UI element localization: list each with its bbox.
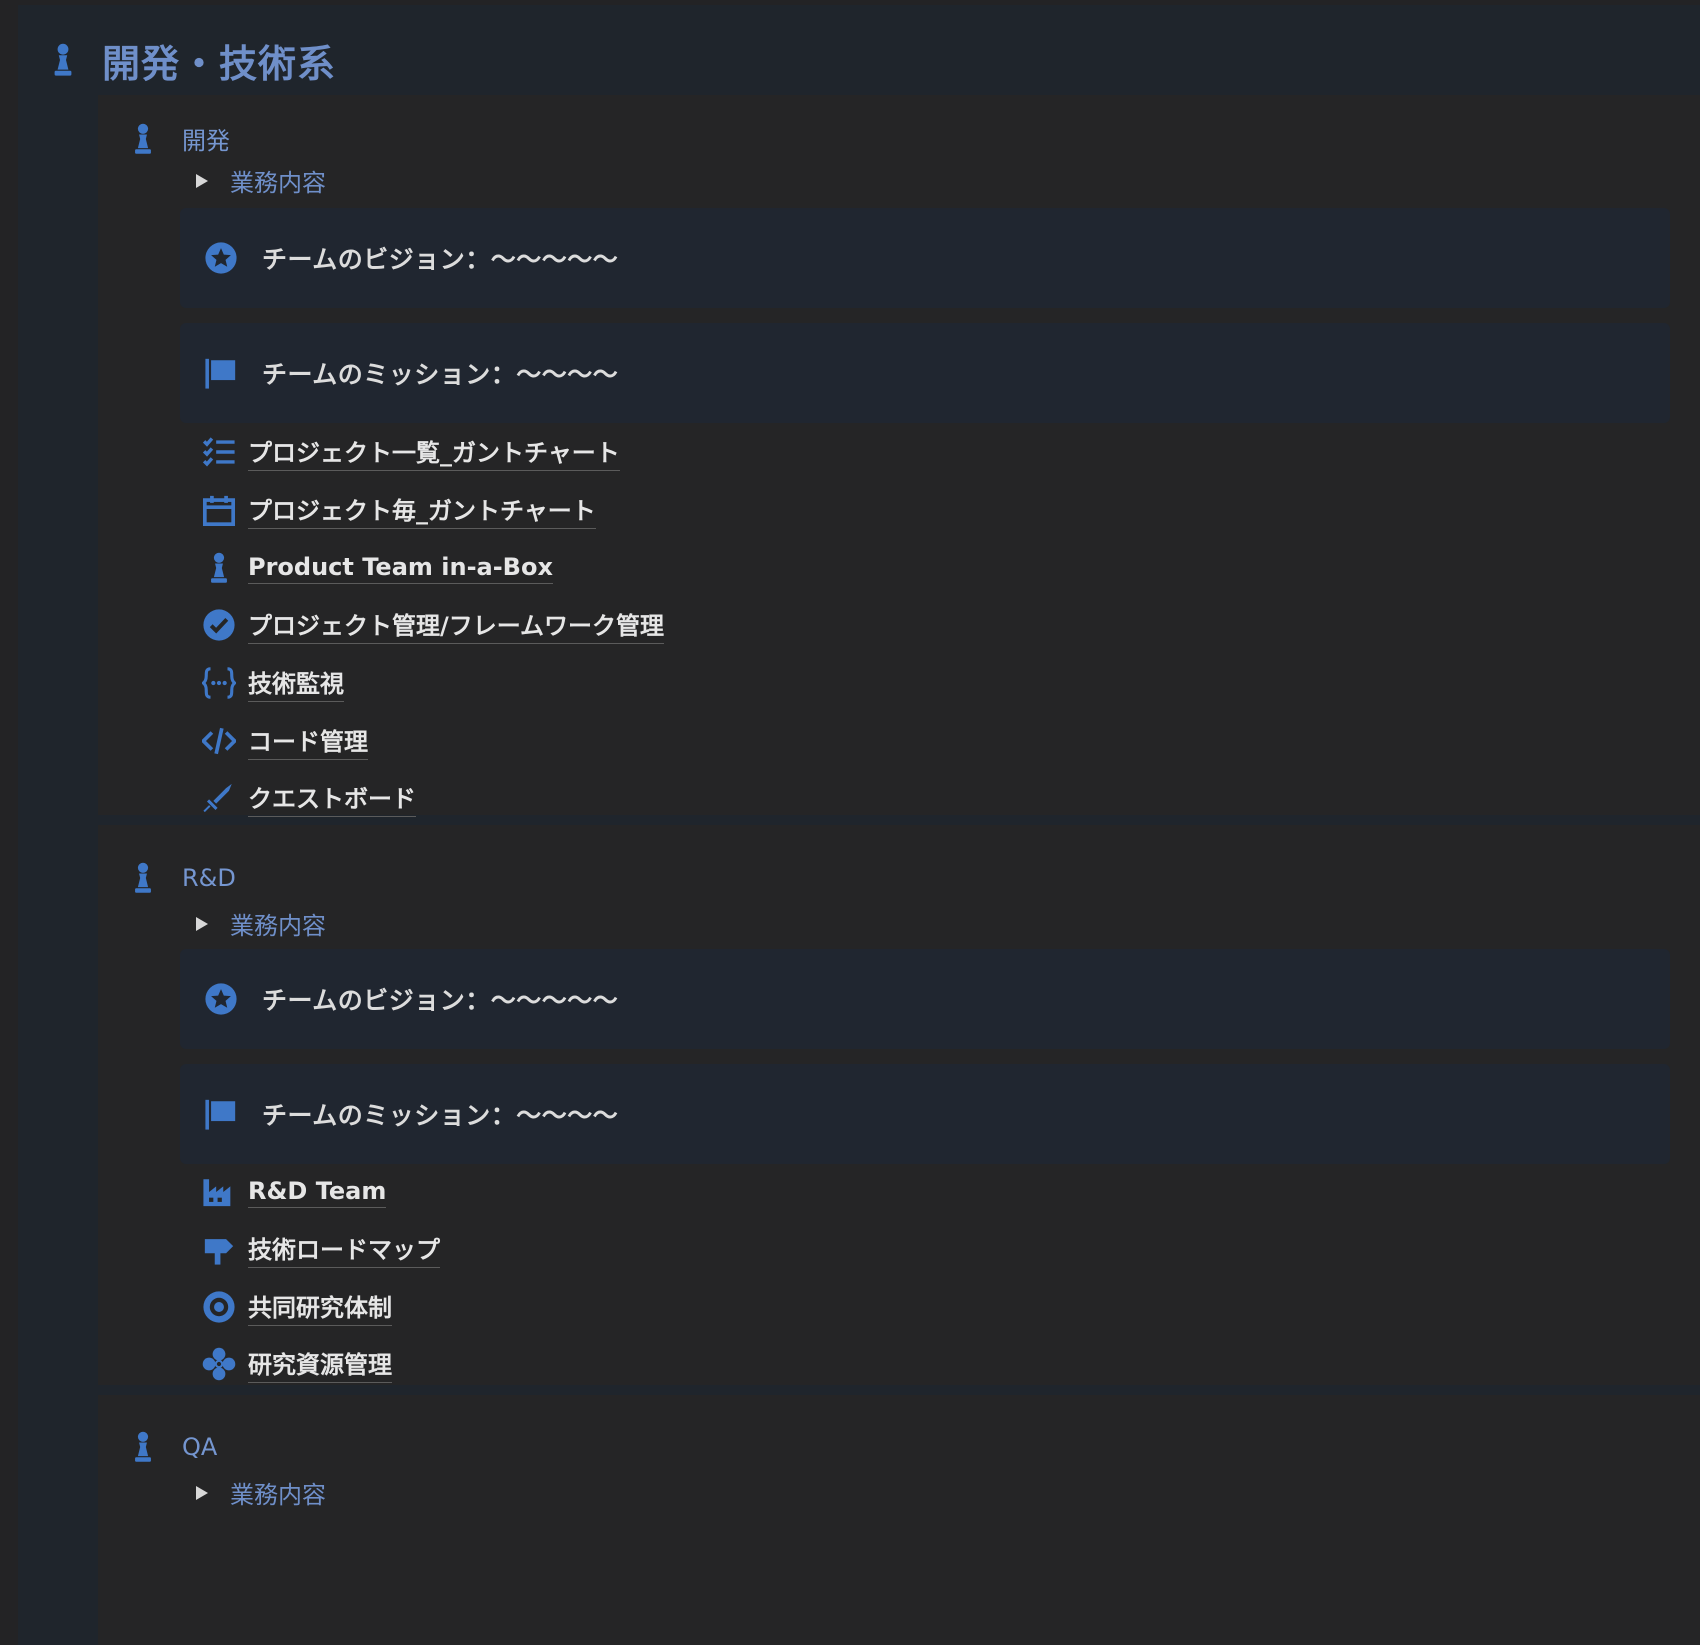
asterisk-icon [202, 1347, 236, 1381]
mission-callout: チームのミッション：〜〜〜〜 [180, 1064, 1670, 1164]
chess-pawn-icon [48, 42, 78, 78]
toggle-label: 業務内容 [230, 912, 326, 940]
page-link[interactable]: 研究資源管理 [202, 1344, 392, 1384]
triangle-right-icon[interactable] [196, 173, 208, 188]
chess-pawn-icon [128, 122, 158, 156]
calendar-icon [202, 493, 236, 527]
section-qa: QA 業務内容 [98, 1395, 1700, 1645]
check-circle-icon [202, 608, 236, 642]
page-link-label: 共同研究体制 [248, 1288, 392, 1326]
flag-icon [204, 1097, 238, 1131]
toggle-label: 業務内容 [230, 1481, 326, 1509]
page-link-label: プロジェクト毎_ガントチャート [248, 491, 596, 529]
section-dev: 開発 業務内容 チームのビジョン：〜〜〜〜〜 チームのミッション：〜〜〜〜 プロ… [98, 95, 1700, 818]
page-link[interactable]: コード管理 [202, 721, 368, 761]
page-link[interactable]: プロジェクト毎_ガントチャート [202, 490, 596, 530]
checklist-icon [202, 435, 236, 469]
page-link[interactable]: R&D Team [202, 1172, 387, 1212]
page-link[interactable]: 技術ロードマップ [202, 1229, 440, 1269]
page-link[interactable]: 技術監視 [202, 663, 344, 703]
page-frame: 開発・技術系 開発 業務内容 チームのビジョン：〜〜〜〜〜 チームのミッション：… [18, 5, 1700, 1645]
section-heading[interactable]: R&D [128, 861, 236, 895]
triangle-right-icon[interactable] [196, 916, 208, 931]
mission-text: チームのミッション：〜〜〜〜 [262, 360, 619, 389]
page-link-label: コード管理 [248, 722, 368, 760]
page-link[interactable]: 共同研究体制 [202, 1287, 392, 1327]
target-icon [202, 1290, 236, 1324]
mission-text: チームのミッション：〜〜〜〜 [262, 1101, 619, 1130]
section-heading[interactable]: 開発 [128, 121, 230, 156]
vision-callout: チームのビジョン：〜〜〜〜〜 [180, 949, 1670, 1049]
sword-icon [202, 781, 236, 815]
page-link-label: 技術監視 [248, 664, 344, 702]
section-heading-text: R&D [182, 864, 236, 892]
page-link-label: クエストボード [248, 779, 416, 817]
page-link-label: プロジェクト管理/フレームワーク管理 [248, 606, 665, 644]
chess-pawn-icon [128, 861, 158, 895]
page-link-label: Product Team in-a-Box [248, 553, 553, 584]
braces-icon [202, 666, 236, 700]
page-link[interactable]: プロジェクト一覧_ガントチャート [202, 432, 620, 472]
section-heading-text: QA [182, 1433, 218, 1461]
page-link-label: R&D Team [248, 1177, 387, 1208]
mission-callout: チームのミッション：〜〜〜〜 [180, 323, 1670, 423]
chess-pawn-icon [202, 551, 236, 585]
factory-icon [202, 1175, 236, 1209]
page-link[interactable]: Product Team in-a-Box [202, 548, 553, 588]
toggle-business[interactable]: 業務内容 [196, 1475, 326, 1510]
vision-callout: チームのビジョン：〜〜〜〜〜 [180, 208, 1670, 308]
page-link-label: プロジェクト一覧_ガントチャート [248, 433, 620, 471]
page-link[interactable]: クエストボード [202, 778, 416, 818]
star-circle-icon [204, 241, 238, 275]
signpost-icon [202, 1232, 236, 1266]
page-link[interactable]: プロジェクト管理/フレームワーク管理 [202, 605, 665, 645]
section-heading[interactable]: QA [128, 1430, 217, 1464]
page-title-text: 開発・技術系 [102, 41, 337, 86]
page-title: 開発・技術系 [48, 30, 336, 90]
code-icon [202, 724, 236, 758]
vision-text: チームのビジョン：〜〜〜〜〜 [262, 245, 619, 274]
toggle-business[interactable]: 業務内容 [196, 163, 326, 198]
page-link-label: 研究資源管理 [248, 1345, 392, 1383]
vision-text: チームのビジョン：〜〜〜〜〜 [262, 986, 619, 1015]
section-heading-text: 開発 [182, 127, 230, 155]
star-circle-icon [204, 982, 238, 1016]
chess-pawn-icon [128, 1430, 158, 1464]
section-rnd: R&D 業務内容 チームのビジョン：〜〜〜〜〜 チームのミッション：〜〜〜〜 R… [98, 825, 1700, 1385]
page-link-label: 技術ロードマップ [248, 1230, 440, 1268]
flag-icon [204, 356, 238, 390]
toggle-business[interactable]: 業務内容 [196, 906, 326, 941]
toggle-label: 業務内容 [230, 169, 326, 197]
triangle-right-icon[interactable] [196, 1485, 208, 1500]
